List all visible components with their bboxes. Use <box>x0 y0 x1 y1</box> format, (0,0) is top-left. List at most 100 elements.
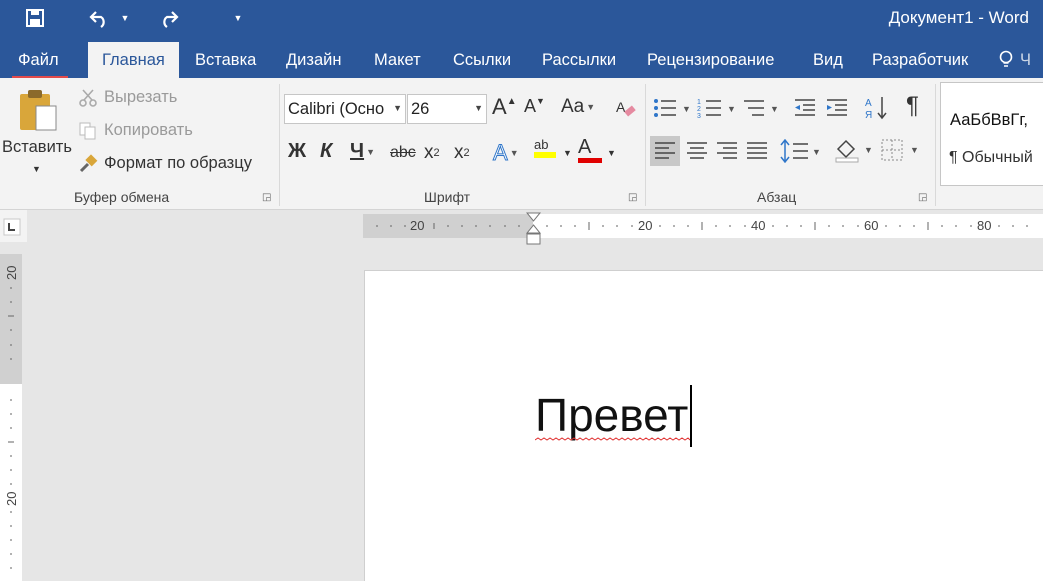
tab-view[interactable]: Вид <box>799 42 857 78</box>
svg-text:▼: ▼ <box>864 145 873 155</box>
borders-icon[interactable]: ▼ <box>880 136 920 164</box>
style-name-normal: ¶ Обычный <box>949 149 1033 166</box>
numbering-icon[interactable]: 1 2 3 ▼ <box>697 96 737 120</box>
v-ruler-label: 20 <box>4 491 19 506</box>
shrink-font-button[interactable]: A ▼ <box>524 96 545 117</box>
paste-dropdown-icon[interactable]: ▼ <box>32 164 41 174</box>
indent-marker-icon[interactable] <box>526 212 541 246</box>
text-effects-button[interactable]: A ▼ <box>493 140 519 166</box>
svg-text:А: А <box>865 98 872 109</box>
svg-text:A: A <box>616 99 626 115</box>
change-case-icon: Aa <box>561 96 585 117</box>
highlight-color-bar <box>534 152 556 158</box>
tab-mailings[interactable]: Рассылки <box>528 42 630 78</box>
font-name-select[interactable]: Calibri (Осно ▼ <box>284 94 406 124</box>
tell-me-label: Ч <box>1020 51 1031 69</box>
customize-qat-icon[interactable]: ▼ <box>230 4 246 32</box>
spelling-error-underline <box>535 437 690 441</box>
decrease-indent-icon[interactable] <box>792 96 818 120</box>
underline-button[interactable]: Ч ▼ <box>350 140 375 163</box>
bold-button[interactable]: Ж <box>288 140 306 163</box>
paragraph-launcher-icon[interactable]: ◲ <box>918 192 927 203</box>
shading-icon[interactable]: ▼ <box>834 136 874 164</box>
scissors-icon[interactable] <box>78 88 98 108</box>
bullets-icon[interactable]: ▼ <box>652 96 692 120</box>
paste-button[interactable]: Вставить <box>2 138 72 157</box>
increase-indent-icon[interactable] <box>824 96 850 120</box>
h-ruler-label: 20 <box>410 218 425 233</box>
document-page[interactable] <box>364 270 1043 581</box>
superscript-icon: x <box>454 142 464 163</box>
horizontal-ruler-ticks <box>376 222 1028 230</box>
save-icon[interactable] <box>20 4 50 32</box>
svg-text:▼: ▼ <box>812 147 821 157</box>
undo-dropdown-icon[interactable]: ▼ <box>118 4 132 32</box>
ribbon-tabs: Файл Главная Вставка Дизайн Макет Ссылки… <box>0 38 1043 79</box>
chevron-down-icon: ▼ <box>474 103 483 113</box>
document-text[interactable]: Превет <box>535 388 688 442</box>
tab-developer[interactable]: Разработчик <box>858 42 982 78</box>
shrink-font-icon: A <box>524 96 537 116</box>
h-ruler-label: 80 <box>977 218 992 233</box>
v-ruler-label: 20 <box>4 265 19 280</box>
tell-me[interactable]: Ч <box>994 42 1035 78</box>
strikethrough-button[interactable]: abc <box>390 144 416 162</box>
subscript-mark: 2 <box>433 147 440 159</box>
change-case-button[interactable]: Aa ▼ <box>561 96 595 118</box>
italic-button[interactable]: К <box>320 140 332 163</box>
format-painter-icon[interactable] <box>78 154 98 174</box>
svg-text:▼: ▼ <box>727 104 736 114</box>
show-formatting-button[interactable]: ¶ <box>906 92 919 120</box>
justify-icon[interactable] <box>742 136 772 166</box>
highlight-button[interactable]: ab <box>534 138 556 158</box>
paste-icon[interactable] <box>16 86 60 134</box>
divider <box>645 84 646 206</box>
divider <box>279 84 280 206</box>
align-left-icon[interactable] <box>650 136 680 166</box>
align-center-icon[interactable] <box>682 136 712 166</box>
clear-formatting-icon[interactable]: A <box>614 96 638 122</box>
copy-button[interactable]: Копировать <box>104 121 193 140</box>
style-preview-normal[interactable]: АаБбВвГг, <box>950 111 1028 130</box>
undo-icon[interactable] <box>84 4 114 32</box>
tab-selector[interactable] <box>0 210 27 242</box>
subscript-button[interactable]: x2 <box>424 142 440 164</box>
divider <box>935 84 936 206</box>
svg-text:1: 1 <box>697 99 701 106</box>
redo-icon[interactable] <box>154 4 184 32</box>
multilevel-list-icon[interactable]: ▼ <box>742 96 782 120</box>
highlight-dropdown-icon[interactable]: ▼ <box>563 148 572 158</box>
font-color-bar <box>578 158 602 163</box>
font-color-icon: A <box>578 136 592 158</box>
superscript-button[interactable]: x2 <box>454 142 470 164</box>
font-launcher-icon[interactable]: ◲ <box>628 192 637 203</box>
svg-text:▼: ▼ <box>910 145 919 155</box>
line-spacing-icon[interactable]: ▼ <box>780 138 822 164</box>
svg-text:2: 2 <box>697 106 701 113</box>
svg-text:▼: ▼ <box>770 104 779 114</box>
font-color-button[interactable]: A <box>578 136 602 163</box>
tab-review[interactable]: Рецензирование <box>633 42 788 78</box>
grow-font-icon: A <box>492 94 507 119</box>
tab-design[interactable]: Дизайн <box>272 42 355 78</box>
clipboard-launcher-icon[interactable]: ◲ <box>262 192 271 203</box>
tab-file[interactable]: Файл <box>4 42 73 78</box>
text-cursor <box>690 385 692 447</box>
align-right-icon[interactable] <box>712 136 742 166</box>
font-color-dropdown-icon[interactable]: ▼ <box>607 148 616 158</box>
tab-home[interactable]: Главная <box>88 42 179 78</box>
font-size-value: 26 <box>411 99 430 118</box>
grow-font-button[interactable]: A ▲ <box>492 94 517 120</box>
svg-text:Я: Я <box>865 110 872 121</box>
tab-insert[interactable]: Вставка <box>181 42 270 78</box>
highlight-icon: ab <box>534 137 549 152</box>
font-size-select[interactable]: 26 ▼ <box>407 94 487 124</box>
cut-button[interactable]: Вырезать <box>104 88 177 107</box>
sort-icon[interactable]: АЯ <box>864 94 890 122</box>
tab-references[interactable]: Ссылки <box>439 42 525 78</box>
tab-layout[interactable]: Макет <box>360 42 435 78</box>
copy-icon[interactable] <box>78 121 98 141</box>
styles-gallery[interactable]: АаБбВвГг, ¶ Обычный <box>940 82 1043 186</box>
format-painter-button[interactable]: Формат по образцу <box>104 154 252 173</box>
font-name-value: Calibri (Осно <box>288 99 385 118</box>
